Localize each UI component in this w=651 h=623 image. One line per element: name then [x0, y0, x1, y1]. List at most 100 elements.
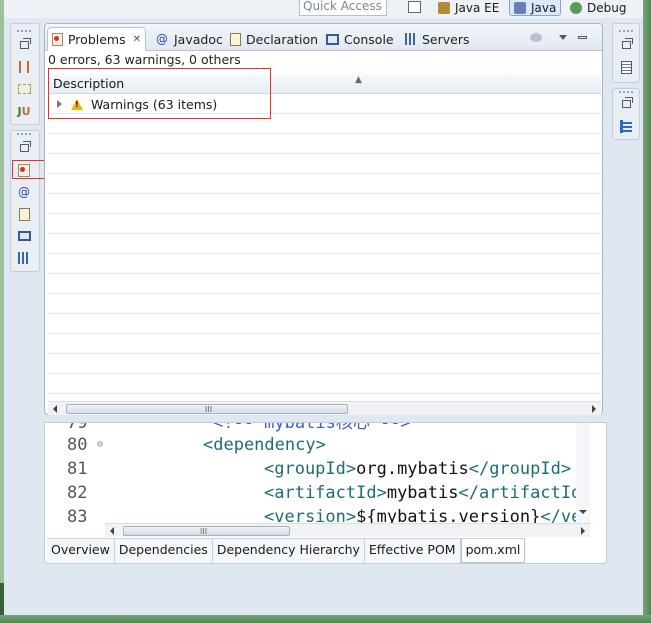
junit-view-button[interactable]: JU	[15, 102, 33, 120]
scroll-left-icon[interactable]	[53, 405, 57, 413]
outline-view-button[interactable]	[15, 80, 33, 98]
sort-ascending-icon: ▲	[355, 75, 362, 85]
view-toolbar-icon[interactable]	[529, 30, 543, 44]
trim-drag-handle[interactable]	[619, 91, 633, 93]
tab-effective-pom[interactable]: Effective POM	[364, 539, 461, 563]
console-icon	[17, 231, 31, 241]
tab-dependencies[interactable]: Dependencies	[114, 539, 213, 563]
restore-button[interactable]	[15, 36, 33, 54]
hierarchy-icon	[19, 61, 29, 73]
scroll-grip: III	[200, 527, 208, 536]
scroll-grip: III	[205, 405, 213, 414]
quick-access-field[interactable]: Quick Access	[299, 0, 387, 16]
code-text: mybatis	[386, 483, 459, 503]
code-content: <groupId>org.mybatis</groupId>	[264, 457, 571, 481]
perspective-label: Debug	[587, 1, 627, 15]
scroll-down-icon[interactable]	[579, 510, 587, 514]
trim-drag-handle[interactable]	[17, 30, 31, 32]
trim-drag-handle[interactable]	[619, 30, 633, 32]
code-content: <artifactId>mybatis</artifactId>	[264, 481, 590, 505]
javadoc-icon: @	[18, 185, 30, 199]
servers-view-button[interactable]	[15, 249, 33, 267]
minimize-button[interactable]	[575, 30, 589, 44]
tab-console[interactable]: Console	[322, 27, 398, 51]
scroll-right-icon[interactable]	[592, 405, 596, 413]
vertical-scrollbar[interactable]	[576, 423, 590, 523]
restore-icon	[19, 38, 31, 49]
window-bottom-border	[0, 615, 651, 623]
horizontal-scrollbar[interactable]: III	[48, 401, 601, 415]
pom-editor: 79 <!-- mybatis核心 --> 80 ⊖ <dependency> …	[44, 422, 607, 564]
code-area[interactable]: 79 <!-- mybatis核心 --> 80 ⊖ <dependency> …	[45, 423, 590, 523]
tab-problems[interactable]: Problems ✕	[47, 27, 146, 51]
scroll-left-icon[interactable]	[110, 527, 114, 535]
tab-javadoc[interactable]: @ Javadoc	[151, 27, 227, 51]
javadoc-view-button[interactable]: @	[15, 183, 33, 201]
perspective-label: Java EE	[455, 1, 500, 15]
perspective-debug[interactable]: Debug	[570, 0, 626, 16]
main-toolbar: Quick Access Java EE Java Debug	[4, 0, 643, 18]
line-number: 81	[67, 459, 88, 479]
chevron-down-icon	[559, 34, 567, 40]
line-number: 83	[67, 507, 88, 523]
code-tag: <groupId>	[264, 459, 357, 479]
scroll-thumb[interactable]: III	[66, 404, 348, 414]
tab-pom-xml[interactable]: pom.xml	[460, 539, 526, 563]
hierarchy-view-button[interactable]	[15, 58, 33, 76]
pom-editor-tabs: Overview Dependencies Dependency Hierarc…	[47, 538, 526, 563]
code-tag: <artifactId>	[264, 483, 387, 503]
task-list-icon	[620, 60, 632, 74]
left-trim-stack-bottom: @	[10, 130, 40, 272]
java-ee-perspective-icon	[438, 2, 450, 14]
view-menu-button[interactable]	[556, 30, 570, 44]
filter-icon	[530, 32, 542, 42]
type-hierarchy-icon	[17, 84, 31, 94]
scroll-thumb[interactable]: III	[123, 526, 290, 536]
tab-overview[interactable]: Overview	[47, 539, 115, 563]
left-trim-stack-top: JU	[10, 23, 40, 125]
restore-button[interactable]	[617, 95, 635, 113]
console-icon	[326, 33, 339, 45]
console-view-button[interactable]	[15, 227, 33, 245]
perspective-java-ee[interactable]: Java EE	[438, 0, 499, 16]
java-perspective-icon	[514, 1, 526, 14]
perspective-label: Java	[531, 0, 557, 15]
restore-button[interactable]	[617, 36, 635, 54]
tab-servers[interactable]: Servers	[401, 27, 474, 51]
restore-button[interactable]	[15, 139, 33, 157]
problems-table: Description ▲ Warnings (63 items)	[48, 74, 601, 399]
tab-label: Javadoc	[174, 31, 223, 47]
editor-horizontal-scrollbar[interactable]: III	[105, 523, 590, 537]
right-trim-stack-top	[612, 23, 640, 83]
declaration-icon	[230, 32, 241, 46]
code-tag: <version>	[264, 507, 357, 523]
window-left-border	[0, 0, 4, 623]
code-tag: <dependency>	[203, 435, 326, 455]
outline-view-button[interactable]	[617, 117, 635, 135]
close-icon[interactable]: ✕	[133, 34, 141, 45]
tab-label: Servers	[422, 31, 470, 47]
tab-dependency-hierarchy[interactable]: Dependency Hierarchy	[212, 539, 365, 563]
tab-label: Declaration	[246, 31, 319, 47]
window-scroll-stub	[0, 583, 4, 619]
task-list-button[interactable]	[617, 58, 635, 76]
perspective-java[interactable]: Java	[509, 0, 562, 16]
trim-drag-handle[interactable]	[17, 133, 31, 135]
right-trim-stack-bottom	[612, 88, 640, 140]
debug-perspective-icon	[570, 2, 582, 14]
code-tag: </groupId>	[468, 459, 572, 479]
servers-icon	[405, 33, 417, 45]
tab-declaration[interactable]: Declaration	[226, 27, 322, 51]
declaration-view-button[interactable]	[15, 205, 33, 223]
open-perspective-icon[interactable]	[408, 1, 421, 13]
javadoc-icon: @	[156, 32, 168, 46]
outline-icon	[620, 119, 632, 133]
window-right-border	[643, 0, 651, 623]
fold-collapse-icon[interactable]: ⊖	[97, 433, 103, 457]
view-tab-bar: Problems ✕ @ Javadoc Declaration Console…	[45, 24, 602, 51]
problems-summary: 0 errors, 63 warnings, 0 others	[48, 52, 241, 67]
scroll-right-icon[interactable]	[581, 527, 585, 535]
code-content: <version>${mybatis.version}</version>	[264, 505, 590, 523]
code-text: org.mybatis	[356, 459, 469, 479]
code-tag: </artifactId>	[458, 483, 590, 503]
